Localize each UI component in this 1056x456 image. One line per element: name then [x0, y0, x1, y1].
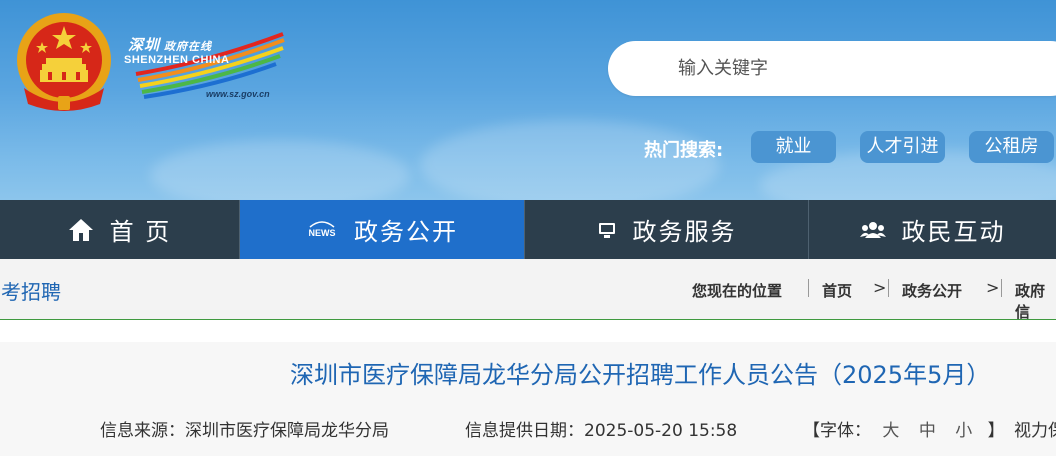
- article-date: 信息提供日期：2025-05-20 15:58: [465, 416, 737, 441]
- news-icon: NEWS: [306, 219, 338, 241]
- svg-text:NEWS: NEWS: [309, 228, 336, 238]
- section-title: 考招聘: [1, 280, 61, 304]
- hot-search-label: 热门搜索:: [644, 140, 724, 161]
- location-bar: 考招聘 您现在的位置 首页 > 政务公开 > 政府信: [0, 259, 1056, 322]
- font-size-switcher: 【字体： 大 中 小 】: [803, 416, 1005, 441]
- nav-item-gov-affairs[interactable]: NEWS 政务公开: [240, 200, 525, 259]
- main-nav: 首 页 NEWS 政务公开 政务服务 政民互动: [0, 200, 1056, 259]
- article-title: 深圳市医疗保障局龙华分局公开招聘工作人员公告（2025年5月）: [290, 361, 991, 389]
- breadcrumb-divider: [808, 279, 809, 297]
- site-name: 深圳 政府在线: [128, 36, 213, 54]
- breadcrumb-arrow: >: [986, 278, 1000, 297]
- font-size-open: 【字体：: [803, 421, 871, 441]
- nav-item-label: 政民互动: [901, 218, 1006, 246]
- source-value: 深圳市医疗保障局龙华分局: [185, 421, 389, 441]
- vision-protection-button[interactable]: 视力保: [1014, 416, 1056, 441]
- nav-item-interaction[interactable]: 政民互动: [809, 200, 1056, 259]
- people-icon: [859, 221, 886, 239]
- location-label: 您现在的位置: [692, 282, 783, 300]
- article-source: 信息来源：深圳市医疗保障局龙华分局: [100, 416, 389, 441]
- hot-search-tag[interactable]: 就业: [751, 131, 836, 163]
- breadcrumb-divider: [1001, 279, 1002, 297]
- nav-item-label: 首 页: [109, 218, 172, 246]
- breadcrumb-arrow: >: [873, 278, 887, 297]
- breadcrumb-gov-info[interactable]: 政府信: [1015, 280, 1056, 322]
- national-emblem-icon: [17, 13, 111, 111]
- nav-item-home[interactable]: 首 页: [0, 200, 240, 259]
- banner-cloud: [150, 140, 410, 200]
- font-size-small-button[interactable]: 小: [955, 421, 972, 441]
- monitor-icon: [597, 221, 617, 239]
- nav-item-label: 政务服务: [632, 218, 737, 246]
- home-icon: [68, 218, 94, 242]
- font-size-close: 】: [987, 421, 1005, 441]
- date-value: 2025-05-20 15:58: [584, 421, 738, 441]
- header-banner: 深圳政府在线 SHENZHEN CHINA www.sz.gov.cn 热门搜索…: [0, 0, 1056, 200]
- hot-search-tag[interactable]: 人才引进: [860, 131, 945, 163]
- source-label: 信息来源：: [100, 421, 185, 441]
- search-box: [608, 41, 1056, 96]
- font-size-medium-button[interactable]: 中: [919, 421, 936, 441]
- date-label: 信息提供日期：: [465, 421, 584, 441]
- font-size-large-button[interactable]: 大: [882, 421, 899, 441]
- search-input[interactable]: [678, 41, 1056, 96]
- site-url: www.sz.gov.cn: [206, 89, 270, 99]
- breadcrumb-divider: [888, 279, 889, 297]
- nav-item-label: 政务公开: [354, 218, 458, 246]
- breadcrumb-gov-affairs[interactable]: 政务公开: [902, 280, 962, 301]
- hot-search-tag[interactable]: 公租房: [969, 131, 1054, 163]
- nav-item-gov-services[interactable]: 政务服务: [525, 200, 809, 259]
- site-name-english: SHENZHEN CHINA: [124, 54, 230, 66]
- article: 深圳市医疗保障局龙华分局公开招聘工作人员公告（2025年5月） 信息来源：深圳市…: [0, 342, 1056, 456]
- breadcrumb-home[interactable]: 首页: [822, 280, 852, 301]
